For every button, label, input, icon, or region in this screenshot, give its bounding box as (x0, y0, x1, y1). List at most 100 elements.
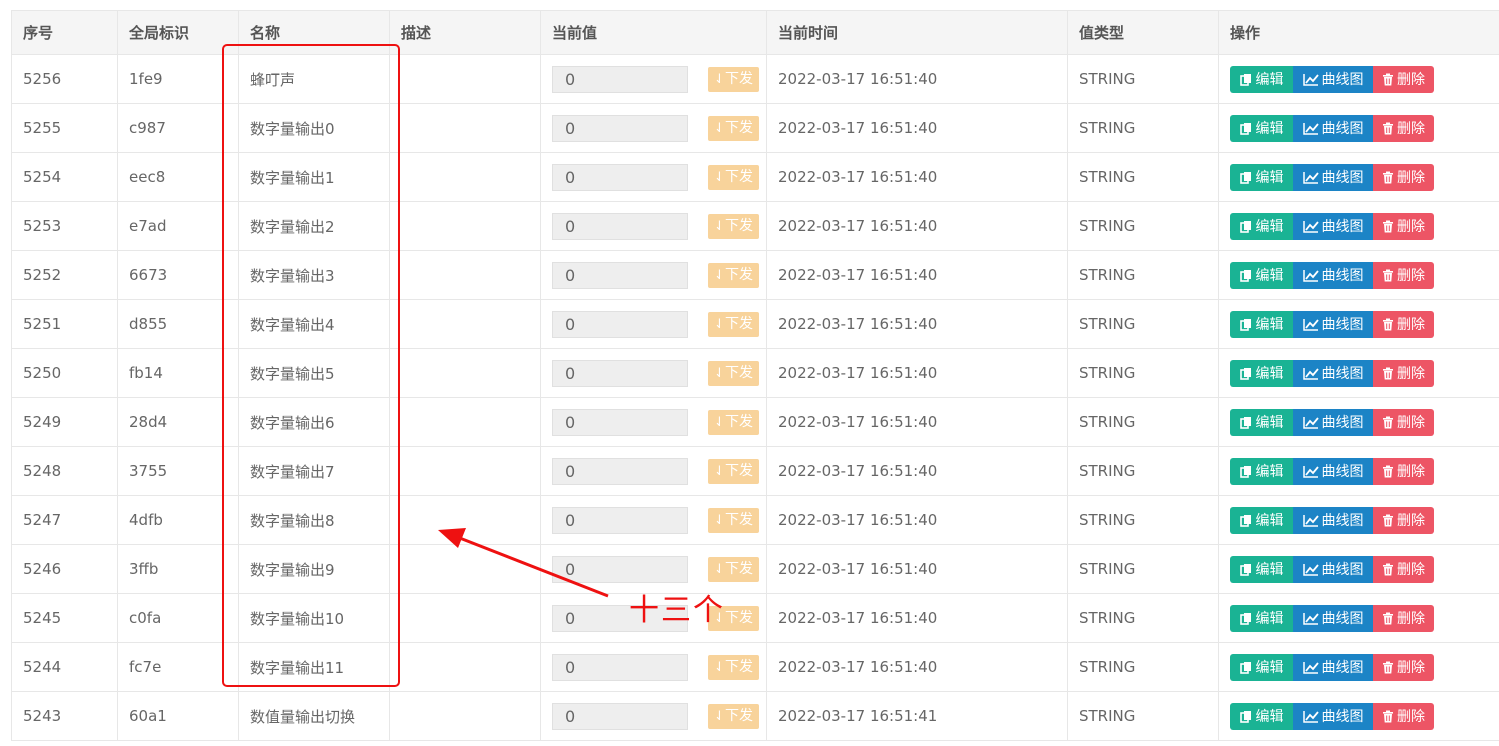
table-row[interactable]: 5244 fc7e 数字量输出11 0 ⇃下发 2022-03-17 16:51:40 ST… (11, 642, 1499, 692)
value-input[interactable]: 0 (552, 604, 688, 632)
chart-button[interactable]: 曲线图 (1293, 163, 1373, 191)
send-button[interactable]: ⇃下发 (708, 262, 759, 288)
delete-button[interactable]: 删除 (1373, 555, 1434, 583)
delete-button[interactable]: 删除 (1373, 506, 1434, 534)
col-header-current-value[interactable]: 当前值 (540, 10, 767, 55)
edit-icon (1239, 514, 1253, 527)
table-row[interactable]: 5253 e7ad 数字量输出2 0 ⇃下发 2022-03-17 16:51:40 STR… (11, 201, 1499, 251)
chart-button[interactable]: 曲线图 (1293, 702, 1373, 730)
table-row[interactable]: 5254 eec8 数字量输出1 0 ⇃下发 2022-03-17 16:51:40 STR… (11, 152, 1499, 202)
chart-button[interactable]: 曲线图 (1293, 310, 1373, 338)
edit-button-label: 编辑 (1255, 72, 1284, 88)
edit-button[interactable]: 编辑 (1230, 604, 1293, 632)
value-input[interactable]: 0 (552, 212, 688, 240)
value-input[interactable]: 0 (552, 114, 688, 142)
edit-button[interactable]: 编辑 (1230, 310, 1293, 338)
col-header-value-type[interactable]: 值类型 (1067, 10, 1219, 55)
value-input[interactable]: 0 (552, 310, 688, 338)
value-input[interactable]: 0 (552, 65, 688, 93)
chart-button[interactable]: 曲线图 (1293, 261, 1373, 289)
send-button[interactable]: ⇃下发 (708, 458, 759, 484)
value-input[interactable]: 0 (552, 261, 688, 289)
send-button[interactable]: ⇃下发 (708, 115, 759, 141)
delete-button[interactable]: 删除 (1373, 653, 1434, 681)
chart-button[interactable]: 曲线图 (1293, 114, 1373, 142)
table-row[interactable]: 5255 c987 数字量输出0 0 ⇃下发 2022-03-17 16:51:40 STR… (11, 103, 1499, 153)
chart-button[interactable]: 曲线图 (1293, 555, 1373, 583)
send-button[interactable]: ⇃下发 (708, 213, 759, 239)
value-input[interactable]: 0 (552, 506, 688, 534)
edit-button[interactable]: 编辑 (1230, 163, 1293, 191)
col-header-name[interactable]: 名称 (238, 10, 390, 55)
send-button[interactable]: ⇃下发 (708, 654, 759, 680)
edit-button[interactable]: 编辑 (1230, 702, 1293, 730)
delete-button[interactable]: 删除 (1373, 604, 1434, 632)
table-row[interactable]: 5247 4dfb 数字量输出8 0 ⇃下发 2022-03-17 16:51:40 STR… (11, 495, 1499, 545)
arrow-down-icon: ⇃ (714, 169, 725, 185)
edit-button[interactable]: 编辑 (1230, 261, 1293, 289)
edit-button[interactable]: 编辑 (1230, 212, 1293, 240)
edit-button[interactable]: 编辑 (1230, 457, 1293, 485)
delete-button-label: 删除 (1397, 415, 1425, 431)
send-button[interactable]: ⇃下发 (708, 507, 759, 533)
edit-button[interactable]: 编辑 (1230, 359, 1293, 387)
value-input[interactable]: 0 (552, 653, 688, 681)
send-button[interactable]: ⇃下发 (708, 360, 759, 386)
edit-button[interactable]: 编辑 (1230, 555, 1293, 583)
send-button[interactable]: ⇃下发 (708, 556, 759, 582)
edit-button[interactable]: 编辑 (1230, 506, 1293, 534)
chart-button[interactable]: 曲线图 (1293, 653, 1373, 681)
chart-button[interactable]: 曲线图 (1293, 457, 1373, 485)
delete-button[interactable]: 删除 (1373, 359, 1434, 387)
value-input[interactable]: 0 (552, 457, 688, 485)
table-row[interactable]: 5250 fb14 数字量输出5 0 ⇃下发 2022-03-17 16:51:40 STR… (11, 348, 1499, 398)
delete-button[interactable]: 删除 (1373, 310, 1434, 338)
chart-button[interactable]: 曲线图 (1293, 359, 1373, 387)
col-header-global-id[interactable]: 全局标识 (117, 10, 239, 55)
table-row[interactable]: 5251 d855 数字量输出4 0 ⇃下发 2022-03-17 16:51:40 STR… (11, 299, 1499, 349)
col-header-index[interactable]: 序号 (11, 10, 118, 55)
delete-button[interactable]: 删除 (1373, 163, 1434, 191)
delete-button[interactable]: 删除 (1373, 457, 1434, 485)
col-header-current-time[interactable]: 当前时间 (766, 10, 1068, 55)
value-input[interactable]: 0 (552, 702, 688, 730)
delete-button[interactable]: 删除 (1373, 408, 1434, 436)
delete-button[interactable]: 删除 (1373, 212, 1434, 240)
send-button[interactable]: ⇃下发 (708, 311, 759, 337)
delete-button[interactable]: 删除 (1373, 114, 1434, 142)
chart-button[interactable]: 曲线图 (1293, 506, 1373, 534)
table-row[interactable]: 5249 28d4 数字量输出6 0 ⇃下发 2022-03-17 16:51:40 STR… (11, 397, 1499, 447)
delete-button-label: 删除 (1397, 268, 1425, 284)
chart-button[interactable]: 曲线图 (1293, 604, 1373, 632)
value-input[interactable]: 0 (552, 555, 688, 583)
cell-description (389, 348, 541, 398)
edit-button[interactable]: 编辑 (1230, 65, 1293, 93)
col-header-description[interactable]: 描述 (389, 10, 541, 55)
table-row[interactable]: 5243 60a1 数值量输出切换 0 ⇃下发 2022-03-17 16:51:41 ST… (11, 691, 1499, 741)
edit-button[interactable]: 编辑 (1230, 114, 1293, 142)
delete-button[interactable]: 删除 (1373, 702, 1434, 730)
table-row[interactable]: 5248 3755 数字量输出7 0 ⇃下发 2022-03-17 16:51:40 STR… (11, 446, 1499, 496)
chart-button[interactable]: 曲线图 (1293, 65, 1373, 93)
delete-button[interactable]: 删除 (1373, 261, 1434, 289)
send-button[interactable]: ⇃下发 (708, 605, 759, 631)
value-input[interactable]: 0 (552, 359, 688, 387)
send-button[interactable]: ⇃下发 (708, 66, 759, 92)
edit-button[interactable]: 编辑 (1230, 653, 1293, 681)
send-button[interactable]: ⇃下发 (708, 164, 759, 190)
table-row[interactable]: 5256 1fe9 蜂叮声 0 ⇃下发 2022-03-17 16:51:40 STRING… (11, 54, 1499, 104)
cell-index: 5256 (11, 54, 118, 104)
value-input[interactable]: 0 (552, 163, 688, 191)
cell-value-type: STRING (1067, 593, 1219, 643)
send-button[interactable]: ⇃下发 (708, 409, 759, 435)
delete-button[interactable]: 删除 (1373, 65, 1434, 93)
chart-button[interactable]: 曲线图 (1293, 408, 1373, 436)
value-input[interactable]: 0 (552, 408, 688, 436)
chart-button[interactable]: 曲线图 (1293, 212, 1373, 240)
table-row[interactable]: 5246 3ffb 数字量输出9 0 ⇃下发 2022-03-17 16:51:40 STR… (11, 544, 1499, 594)
cell-description (389, 544, 541, 594)
send-button[interactable]: ⇃下发 (708, 703, 759, 729)
edit-button[interactable]: 编辑 (1230, 408, 1293, 436)
table-row[interactable]: 5245 c0fa 数字量输出10 0 ⇃下发 2022-03-17 16:51:40 ST… (11, 593, 1499, 643)
table-row[interactable]: 5252 6673 数字量输出3 0 ⇃下发 2022-03-17 16:51:40 STR… (11, 250, 1499, 300)
